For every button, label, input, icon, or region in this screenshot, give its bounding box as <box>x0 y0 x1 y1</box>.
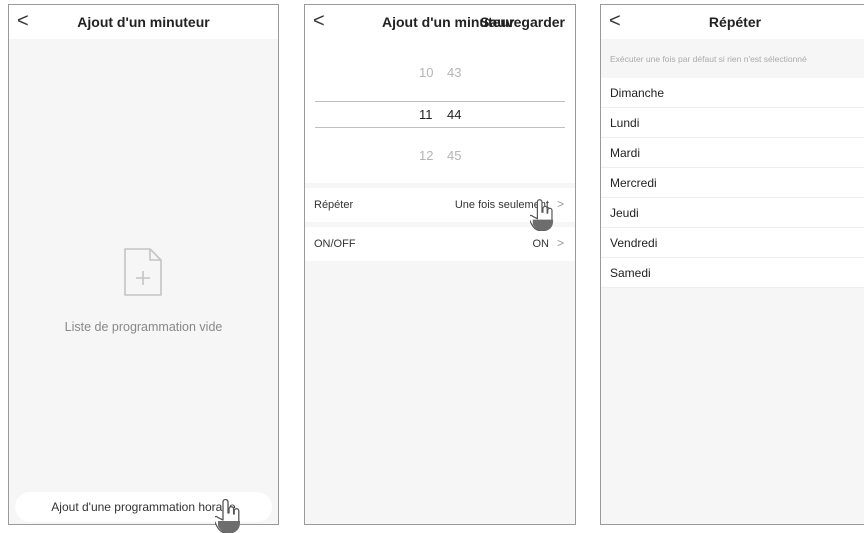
header: < Ajout d'un minuteur Sauvegarder <box>305 5 575 39</box>
repeat-screen: < Répéter Exécuter une fois par défaut s… <box>600 4 864 525</box>
timer-add-screen: < Ajout d'un minuteur Sauvegarder 10 43 … <box>304 4 576 525</box>
onoff-label: ON/OFF <box>314 238 356 250</box>
day-item-samedi[interactable]: Samedi <box>601 258 864 288</box>
repeat-hint-text: Exécuter une fois par défaut si rien n'e… <box>610 54 807 64</box>
day-item-lundi[interactable]: Lundi <box>601 108 864 138</box>
hand-pointer-icon <box>530 199 554 231</box>
day-item-jeudi[interactable]: Jeudi <box>601 198 864 228</box>
repeat-label: Répéter <box>314 199 354 211</box>
chevron-right-icon: > <box>556 236 564 250</box>
day-item-dimanche[interactable]: Dimanche <box>601 78 864 108</box>
picker-minute: 45 <box>447 148 462 163</box>
picker-row[interactable]: 10 43 <box>305 65 575 85</box>
picker-row-selected[interactable]: 11 44 <box>305 107 575 127</box>
picker-minute: 44 <box>447 107 462 122</box>
day-item-mercredi[interactable]: Mercredi <box>601 168 864 198</box>
page-title: Ajout d'un minuteur <box>77 14 210 30</box>
picker-row[interactable]: 12 45 <box>305 148 575 168</box>
hand-pointer-icon <box>215 499 240 533</box>
picker-divider <box>315 127 565 128</box>
picker-hour: 10 <box>419 65 434 80</box>
document-add-icon <box>124 248 162 296</box>
time-picker[interactable]: 10 43 11 44 12 45 <box>305 39 575 183</box>
day-item-vendredi[interactable]: Vendredi <box>601 228 864 258</box>
chevron-right-icon: > <box>556 197 564 211</box>
header: < Ajout d'un minuteur <box>9 5 278 39</box>
onoff-value: ON <box>532 238 550 250</box>
picker-minute: 43 <box>447 65 462 80</box>
picker-divider <box>315 101 565 102</box>
picker-hour: 11 <box>419 107 433 122</box>
back-icon[interactable]: < <box>313 10 325 32</box>
timer-empty-screen: < Ajout d'un minuteur Liste de programma… <box>8 4 279 525</box>
onoff-row[interactable]: ON/OFF ON > <box>305 227 575 261</box>
picker-hour: 12 <box>419 148 434 163</box>
save-button[interactable]: Sauvegarder <box>480 14 565 30</box>
empty-list-text: Liste de programmation vide <box>64 320 223 334</box>
day-item-mardi[interactable]: Mardi <box>601 138 864 168</box>
header: < Répéter <box>601 5 864 39</box>
day-list: Dimanche Lundi Mardi Mercredi Jeudi Vend… <box>601 78 864 288</box>
page-title: Répéter <box>708 14 762 30</box>
